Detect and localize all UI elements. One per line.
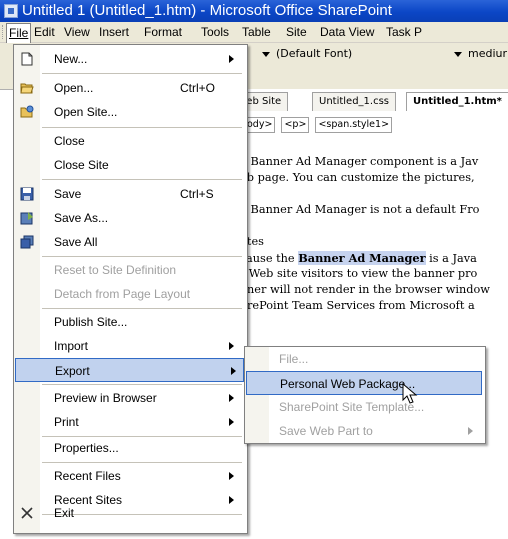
tag-breadcrumb: <body> <p> <span.style1>: [230, 116, 395, 134]
menu-table[interactable]: Table: [240, 22, 273, 42]
doc-line: he Banner Ad Manager component is a Jav: [233, 155, 479, 168]
menu-file[interactable]: File: [6, 23, 32, 43]
menu-item-export[interactable]: Export: [15, 358, 244, 382]
submenu-arrow-icon: [229, 342, 234, 350]
submenu-item-save-web-part[interactable]: Save Web Part to: [245, 419, 483, 443]
file-menu: New... Open... Ctrl+O Open Site... Close …: [13, 44, 248, 534]
title-bar: Untitled 1 (Untitled_1.htm) - Microsoft …: [0, 0, 508, 22]
menu-insert[interactable]: Insert: [97, 22, 131, 42]
menu-separator: [42, 308, 242, 309]
menu-tools[interactable]: Tools: [199, 22, 231, 42]
mouse-cursor-icon: [402, 383, 418, 404]
menu-item-import[interactable]: Import: [14, 334, 245, 358]
menu-item-reset-site-definition[interactable]: Reset to Site Definition: [14, 258, 245, 282]
save-disk-icon: [20, 187, 34, 201]
menu-bar: File Edit View Insert Format Tools Table…: [0, 22, 508, 43]
menu-item-open-site[interactable]: Open Site...: [14, 100, 245, 124]
menu-separator: [42, 256, 242, 257]
export-submenu: File... Personal Web Package... SharePoi…: [244, 346, 486, 444]
exit-x-icon: [21, 507, 33, 519]
open-folder-icon: [20, 83, 34, 94]
submenu-arrow-icon: [229, 472, 234, 480]
doc-line: ecause the Banner Ad Manager is a Java: [233, 251, 477, 265]
submenu-item-file[interactable]: File...: [245, 347, 483, 371]
doc-line: he Banner Ad Manager is not a default Fr…: [233, 203, 480, 216]
menu-item-exit[interactable]: Exit: [14, 501, 245, 525]
app-icon: [4, 4, 18, 18]
doc-line: Veb page. You can customize the pictures…: [233, 171, 475, 184]
font-size-combo[interactable]: mediur: [454, 45, 507, 63]
menu-item-open[interactable]: Open... Ctrl+O: [14, 76, 245, 100]
menu-item-close-site[interactable]: Close Site: [14, 153, 245, 177]
save-all-icon: [20, 235, 34, 249]
submenu-item-sharepoint-site-template[interactable]: SharePoint Site Template...: [245, 395, 483, 419]
menu-separator: [42, 127, 242, 128]
save-as-icon: [20, 212, 33, 225]
menu-item-new[interactable]: New...: [14, 47, 245, 71]
menu-item-save[interactable]: Save Ctrl+S: [14, 182, 245, 206]
menu-view[interactable]: View: [62, 22, 92, 42]
menu-separator: [42, 384, 242, 385]
submenu-arrow-icon: [468, 427, 473, 435]
menu-separator: [42, 462, 242, 463]
open-site-icon: [20, 105, 34, 118]
menu-item-recent-files[interactable]: Recent Files: [14, 464, 245, 488]
menu-data-view[interactable]: Data View: [318, 22, 376, 42]
menu-item-print[interactable]: Print: [14, 410, 245, 434]
menu-format[interactable]: Format: [142, 22, 184, 42]
submenu-item-personal-web-package[interactable]: Personal Web Package...: [246, 371, 482, 395]
tab-untitled-css[interactable]: Untitled_1.css: [312, 92, 397, 111]
breadcrumb-span[interactable]: <span.style1>: [315, 117, 393, 133]
menu-item-close[interactable]: Close: [14, 129, 245, 153]
menu-separator: [42, 73, 242, 74]
chevron-down-icon: [262, 51, 270, 57]
menu-separator: [42, 179, 242, 180]
selected-text: Banner Ad Manager: [298, 251, 426, 265]
submenu-arrow-icon: [229, 418, 234, 426]
submenu-arrow-icon: [231, 367, 236, 375]
breadcrumb-p[interactable]: <p>: [281, 117, 310, 133]
menu-item-save-all[interactable]: Save All: [14, 230, 245, 254]
doc-line: or Web site visitors to view the banner …: [233, 267, 478, 280]
font-combo[interactable]: (Default Font): [262, 45, 352, 63]
doc-line: harePoint Team Services from Microsoft a: [233, 299, 475, 312]
new-page-icon: [21, 52, 33, 66]
doc-line: anner will not render in the browser win…: [233, 283, 490, 296]
menu-item-properties[interactable]: Properties...: [14, 436, 245, 460]
submenu-arrow-icon: [229, 394, 234, 402]
chevron-down-icon: [454, 51, 462, 57]
menu-item-detach-page-layout[interactable]: Detach from Page Layout: [14, 282, 245, 306]
menu-site[interactable]: Site: [284, 22, 309, 42]
tab-untitled-htm[interactable]: Untitled_1.htm*: [406, 92, 508, 111]
submenu-arrow-icon: [229, 55, 234, 63]
menu-item-save-as[interactable]: Save As...: [14, 206, 245, 230]
menu-item-publish-site[interactable]: Publish Site...: [14, 310, 245, 334]
menu-edit[interactable]: Edit: [32, 22, 57, 42]
menu-task-panes[interactable]: Task P: [384, 22, 424, 42]
window-title: Untitled 1 (Untitled_1.htm) - Microsoft …: [22, 2, 392, 19]
menu-item-preview-in-browser[interactable]: Preview in Browser: [14, 386, 245, 410]
